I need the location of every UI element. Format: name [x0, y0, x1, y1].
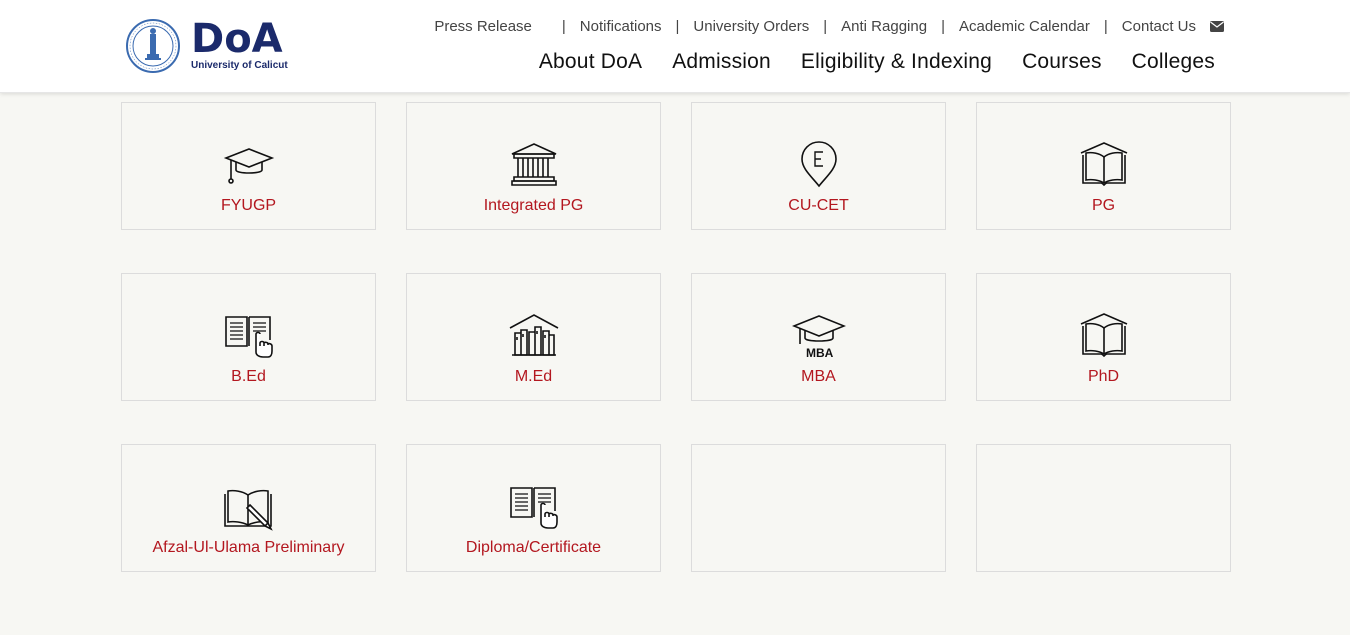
topnav-separator: | [1103, 17, 1108, 35]
map-pin-e-icon [800, 141, 837, 188]
card-med[interactable]: M.Ed [406, 273, 661, 401]
card-diploma-certificate[interactable]: Diploma/Certificate [406, 444, 661, 572]
mainnav-colleges[interactable]: Colleges [1132, 50, 1215, 74]
open-book-icon [1080, 313, 1127, 358]
university-seal-icon [126, 19, 180, 73]
brand-subtitle: University of Calicut [191, 59, 288, 71]
card-phd[interactable]: PhD [976, 273, 1231, 401]
topnav-separator: | [941, 17, 945, 35]
site-header: DoA University of Calicut Press Release … [0, 0, 1350, 93]
card-afzal-ul-ulama-preliminary[interactable]: Afzal-Ul-Ulama Preliminary [121, 444, 376, 572]
topnav-anti-ragging[interactable]: Anti Ragging [841, 18, 927, 35]
card-pg[interactable]: PG [976, 102, 1231, 230]
site-logo[interactable]: DoA University of Calicut [125, 16, 288, 76]
book-hand-pointer-icon [509, 487, 558, 529]
topnav-separator: | [675, 17, 680, 35]
card-label: B.Ed [231, 368, 266, 385]
card-label: CU-CET [788, 197, 849, 214]
brand-title: DoA [191, 15, 283, 62]
topnav-notifications[interactable]: Notifications [580, 18, 662, 35]
card-label: PhD [1087, 368, 1120, 385]
mainnav-courses[interactable]: Courses [1022, 50, 1102, 74]
card-cu-cet[interactable]: CU-CET [691, 102, 946, 230]
envelope-icon[interactable] [1210, 20, 1224, 32]
mba-cap-icon: MBA [791, 315, 846, 360]
card-label: Integrated PG [483, 197, 584, 214]
card-label: Diploma/Certificate [465, 539, 602, 556]
card-label: FYUGP [220, 197, 277, 214]
topnav-press-release[interactable]: Press Release [434, 18, 532, 35]
book-pencil-icon [223, 489, 273, 531]
card-label: M.Ed [514, 368, 553, 385]
card-bed[interactable]: B.Ed [121, 273, 376, 401]
card-label: MBA [801, 368, 836, 385]
mainnav-admission[interactable]: Admission [672, 50, 771, 74]
topnav-separator: | [823, 17, 828, 35]
card-empty [691, 444, 946, 572]
mainnav-eligibility-indexing[interactable]: Eligibility & Indexing [801, 50, 992, 74]
card-fyugp[interactable]: FYUGP [121, 102, 376, 230]
card-label: Afzal-Ul-Ulama Preliminary [152, 539, 345, 556]
topnav-separator: | [561, 17, 566, 35]
svg-text:MBA: MBA [806, 346, 834, 360]
top-utility-nav: Press Release | Notifications | Universi… [434, 17, 1224, 35]
university-building-icon [510, 143, 557, 186]
topnav-university-orders[interactable]: University Orders [693, 18, 809, 35]
mainnav-about-doa[interactable]: About DoA [539, 50, 642, 74]
card-mba[interactable]: MBA MBA [691, 273, 946, 401]
topnav-academic-calendar[interactable]: Academic Calendar [959, 18, 1090, 35]
program-card-grid: FYUGP Integrated PG CU-CET PG B.Ed M.Ed … [121, 102, 1231, 572]
book-hand-pointer-icon [224, 316, 273, 358]
card-empty [976, 444, 1231, 572]
library-books-icon [509, 314, 558, 356]
open-book-icon [1080, 142, 1127, 187]
topnav-contact-us[interactable]: Contact Us [1122, 18, 1196, 35]
main-nav: About DoA Admission Eligibility & Indexi… [539, 50, 1215, 74]
graduation-cap-icon [223, 148, 274, 184]
card-integrated-pg[interactable]: Integrated PG [406, 102, 661, 230]
card-label: PG [1091, 197, 1116, 214]
